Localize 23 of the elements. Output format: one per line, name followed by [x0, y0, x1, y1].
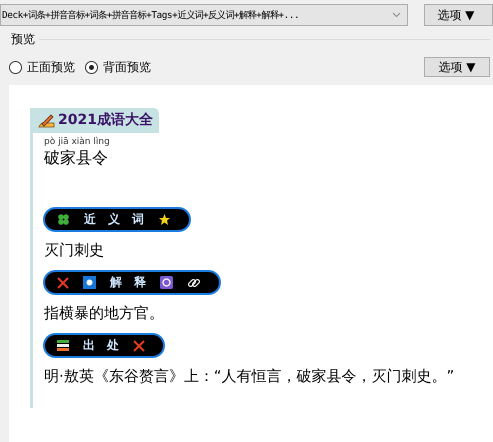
cross-icon [57, 276, 69, 288]
pencil-icon [38, 112, 55, 128]
cross-icon [133, 340, 145, 352]
radio-option[interactable]: 正面预览 [9, 58, 75, 76]
section-label: 近义词 [43, 207, 191, 232]
star-icon [158, 213, 171, 226]
deck-badge: 2021成语大全 [30, 108, 159, 133]
section-text: 明·敖英《东谷赘言》上：“人有恒言，破家县令，灭门刺史。” [44, 366, 454, 387]
pinyin-text: pò jiā xiàn lìng [44, 137, 110, 147]
section-text: 灭门刺史 [44, 240, 104, 261]
sign-icon [160, 276, 173, 289]
clover-icon [57, 213, 70, 226]
chevron-icon [392, 12, 402, 18]
group-title: 预览 [11, 31, 35, 48]
idiom-word: 破家县令 [44, 148, 108, 169]
section-label: 出处 [43, 333, 165, 358]
radio-option[interactable]: 背面预览 [85, 58, 151, 76]
section-text: 指横暴的地方官。 [44, 303, 164, 324]
options-button[interactable]: 选项 ▼ [424, 57, 490, 77]
books-icon [57, 339, 69, 352]
section-label: 解释 [43, 270, 221, 295]
note-type-dropdown[interactable]: Deck+词条+拼音音标+词条+拼音音标+Tags+近义词+反义词+解释+解释+... [0, 4, 408, 26]
options-button[interactable]: 选项 ▼ [424, 4, 493, 26]
